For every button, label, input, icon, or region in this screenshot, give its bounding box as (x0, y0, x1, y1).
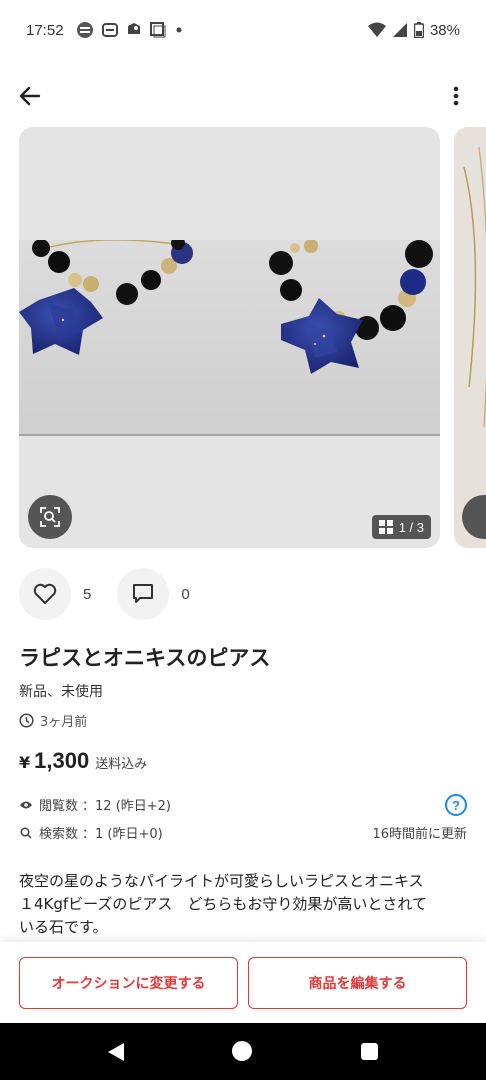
shield-app-icon (127, 23, 140, 34)
wifi-icon (367, 22, 386, 37)
photo-counter: 1 / 3 (371, 515, 431, 539)
action-row: 5 0 (19, 568, 216, 620)
edit-item-button[interactable]: 商品を編集する (248, 957, 467, 1009)
square-app-icon (149, 22, 166, 38)
next-photo-card[interactable] (454, 127, 486, 548)
back-button[interactable] (14, 80, 46, 112)
posted-time: 3ヶ月前 (19, 711, 87, 730)
photo-gallery[interactable]: 1 / 3 (0, 127, 486, 548)
views-value: ：12 (昨日+2) (82, 799, 171, 814)
updated-time: 16時間前に更新 (372, 827, 467, 842)
system-nav-bar (0, 1023, 486, 1080)
description-line: いる石です。 (19, 918, 108, 936)
status-bar: 17:52 38% (0, 0, 486, 60)
next-photo-preview (454, 127, 486, 548)
search-icon (20, 826, 32, 839)
nav-home-icon[interactable] (232, 1041, 252, 1061)
product-photo-card[interactable]: 1 / 3 (19, 127, 440, 548)
status-time: 17:52 (26, 21, 64, 39)
battery-icon (413, 22, 424, 38)
bottom-action-bar: オークションに変更する 商品を編集する (0, 942, 486, 1022)
item-title: ラピスとオニキスのピアス (19, 646, 271, 670)
posted-time-text: 3ヶ月前 (40, 715, 88, 730)
signal-icon (392, 23, 407, 37)
comment-icon (133, 584, 154, 603)
description-line: 夜空の星のようなパイライトが可愛らしいラピスとオニキス (19, 872, 424, 890)
item-condition: 新品、未使用 (19, 684, 103, 700)
product-photo (19, 240, 440, 436)
stats-help-button[interactable]: ? (445, 794, 467, 816)
views-label: 閲覧数 (39, 799, 79, 814)
search-value: ：1 (昨日+0) (82, 827, 163, 842)
news-icon (76, 22, 93, 38)
image-zoom-button[interactable] (28, 495, 72, 539)
nav-recents-icon[interactable] (361, 1043, 378, 1060)
price-currency: ¥ (19, 753, 31, 772)
views-stat: 閲覧数 ：12 (昨日+2) (19, 795, 467, 814)
item-description: 夜空の星のようなパイライトが可愛らしいラピスとオニキス １4Kgfビーズのピアス… (19, 870, 469, 939)
app-bar (0, 70, 486, 120)
more-options-button[interactable] (440, 80, 472, 112)
sim-icon (101, 23, 118, 37)
grid-icon (378, 520, 393, 534)
comment-button[interactable] (117, 568, 170, 620)
shipping-label: 送料込み (95, 757, 148, 772)
like-button[interactable] (19, 568, 71, 620)
heart-icon (33, 583, 57, 604)
search-label: 検索数 (39, 827, 79, 842)
arrow-left-icon (19, 86, 41, 106)
battery-percentage: 38% (429, 21, 460, 39)
status-system-icons: 38% (367, 21, 460, 39)
change-to-auction-button[interactable]: オークションに変更する (19, 957, 238, 1009)
price-row: ¥ 1,300 送料込み (19, 748, 147, 774)
eye-icon (20, 801, 32, 808)
photo-counter-text: 1 / 3 (398, 519, 424, 535)
clock-icon (19, 713, 34, 728)
nav-back-icon[interactable] (106, 1042, 126, 1062)
description-line: １4Kgfビーズのピアス どちらもお守り効果が高いとされて (19, 895, 427, 913)
like-count: 5 (83, 585, 92, 603)
dot-icon (176, 27, 182, 33)
more-vert-icon (453, 86, 459, 106)
price-amount: 1,300 (34, 748, 90, 773)
comment-count: 0 (181, 585, 190, 603)
image-search-icon (40, 507, 60, 527)
status-notification-icons (76, 21, 184, 39)
